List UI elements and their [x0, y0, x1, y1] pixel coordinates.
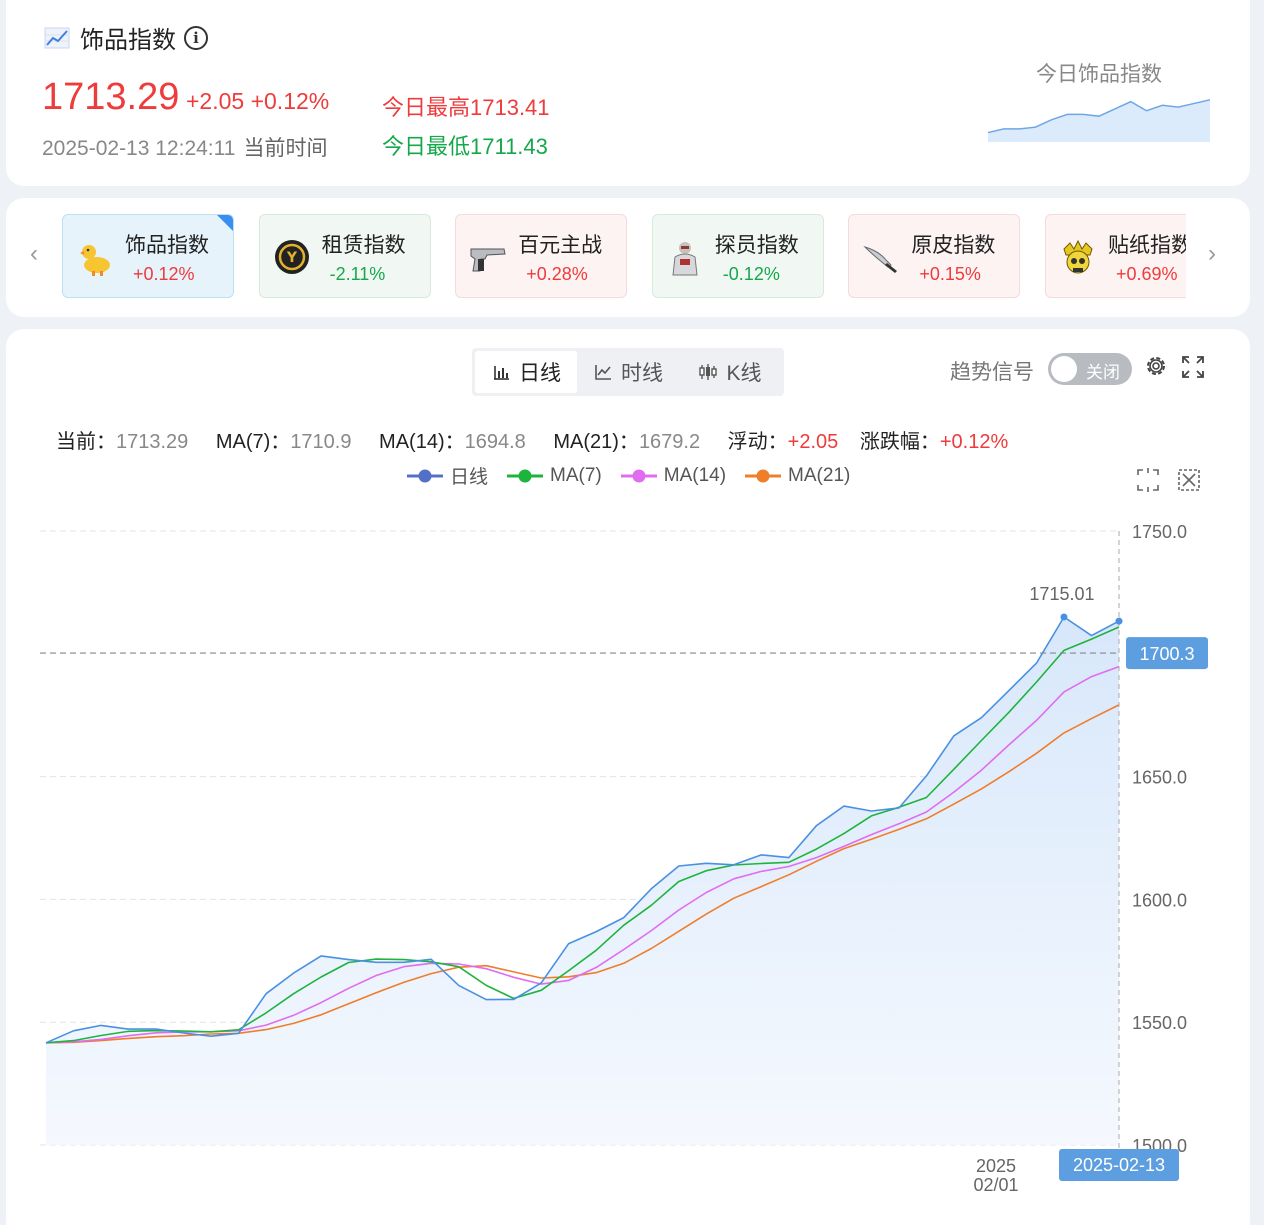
- index-tab-name: 饰品指数: [125, 234, 209, 257]
- index-tab-name: 原皮指数: [911, 234, 996, 257]
- timestamp-suffix: 当前时间: [243, 137, 328, 160]
- skull-icon: [1063, 239, 1093, 274]
- page-title: 饰品指数: [80, 27, 176, 54]
- index-tab-pct: -0.12%: [722, 264, 780, 284]
- sparkline-area: [988, 99, 1210, 142]
- index-tab-name: 百元主战: [518, 234, 603, 257]
- index-tab-3[interactable]: 探员指数 -0.12%: [651, 214, 824, 298]
- knife-icon: [863, 245, 898, 273]
- max-label: 1715.01: [1029, 584, 1094, 604]
- index-tab-pct: +0.69%: [1116, 264, 1178, 284]
- index-tab-pct: +0.12%: [133, 264, 195, 284]
- y-tick-label: 1550.0: [1132, 1013, 1187, 1033]
- index-tab-pct: -2.11%: [329, 264, 386, 284]
- timestamp-row: 2025-02-13 12:24:11 当前时间: [42, 132, 327, 162]
- x-tick-label: 02/01: [973, 1175, 1018, 1195]
- daily-area-fill: [46, 617, 1119, 1145]
- max-point: [1060, 613, 1068, 621]
- chevron-right-icon[interactable]: ›: [1202, 242, 1222, 266]
- title-row: 饰品指数 i: [44, 20, 208, 55]
- price-chart[interactable]: 1750.01650.01600.01550.01500.01700.31715…: [6, 329, 1250, 1225]
- active-corner-marker: [217, 215, 233, 231]
- today-high: 今日最高1713.41: [382, 95, 550, 120]
- today-low: 今日最低1711.43: [382, 134, 548, 159]
- index-tab-2[interactable]: 百元主战 +0.28%: [455, 214, 628, 298]
- info-icon[interactable]: i: [184, 25, 208, 50]
- chevron-left-icon[interactable]: ‹: [24, 242, 44, 266]
- y-tick-label: 1750.0: [1132, 522, 1187, 542]
- coin-icon: Y: [274, 240, 309, 274]
- agent-icon: [672, 242, 698, 276]
- index-tab-pct: +0.28%: [526, 264, 588, 284]
- index-tab-0[interactable]: 饰品指数 +0.12%: [62, 214, 234, 298]
- index-tab-4[interactable]: 原皮指数 +0.15%: [848, 214, 1021, 298]
- index-tab-pct: +0.15%: [919, 264, 981, 284]
- last-point: [1115, 617, 1123, 625]
- y-tick-label: 1650.0: [1132, 768, 1187, 788]
- index-tab-name: 探员指数: [714, 234, 799, 257]
- svg-text:Y: Y: [286, 250, 298, 266]
- index-tab-name: 贴纸指数: [1108, 234, 1186, 257]
- timestamp: 2025-02-13 12:24:11: [42, 137, 236, 160]
- current-price: 1713.29: [42, 76, 180, 118]
- today-sparkline: [987, 99, 1211, 142]
- index-tab-5[interactable]: 贴纸指数 +0.69%: [1045, 214, 1186, 298]
- y-tick-label: 1600.0: [1132, 890, 1187, 910]
- chart-card: 日线 时线 K线 趋势信号 关闭 当前：1713.29 MA(7)：1710.9…: [6, 329, 1250, 1225]
- x-tick-label: 2025: [976, 1156, 1016, 1176]
- price-change: +2.05 +0.12%: [186, 88, 330, 114]
- index-tab-name: 租赁指数: [321, 234, 406, 257]
- index-tabs-card: ‹ 饰品指数 +0.12% Y 租赁指数 -2.11% 百元主战 +0.28% 探员指数 -0.…: [6, 198, 1250, 317]
- x-axis-pointer-label: 2025-02-13: [1073, 1155, 1165, 1175]
- index-tabs: 饰品指数 +0.12% Y 租赁指数 -2.11% 百元主战 +0.28% 探员指数 -0.12…: [62, 214, 1186, 300]
- y-axis-pointer-label: 1700.3: [1139, 644, 1194, 664]
- pistol-icon: [470, 248, 506, 272]
- sparkline-title: 今日饰品指数: [1036, 63, 1162, 86]
- index-tab-1[interactable]: Y 租赁指数 -2.11%: [258, 214, 431, 298]
- index-summary-card: 饰品指数 i 1713.29 +2.05 +0.12% 2025-02-13 1…: [6, 0, 1250, 186]
- trend-chart-icon: [44, 27, 70, 48]
- duck-icon: [80, 245, 110, 276]
